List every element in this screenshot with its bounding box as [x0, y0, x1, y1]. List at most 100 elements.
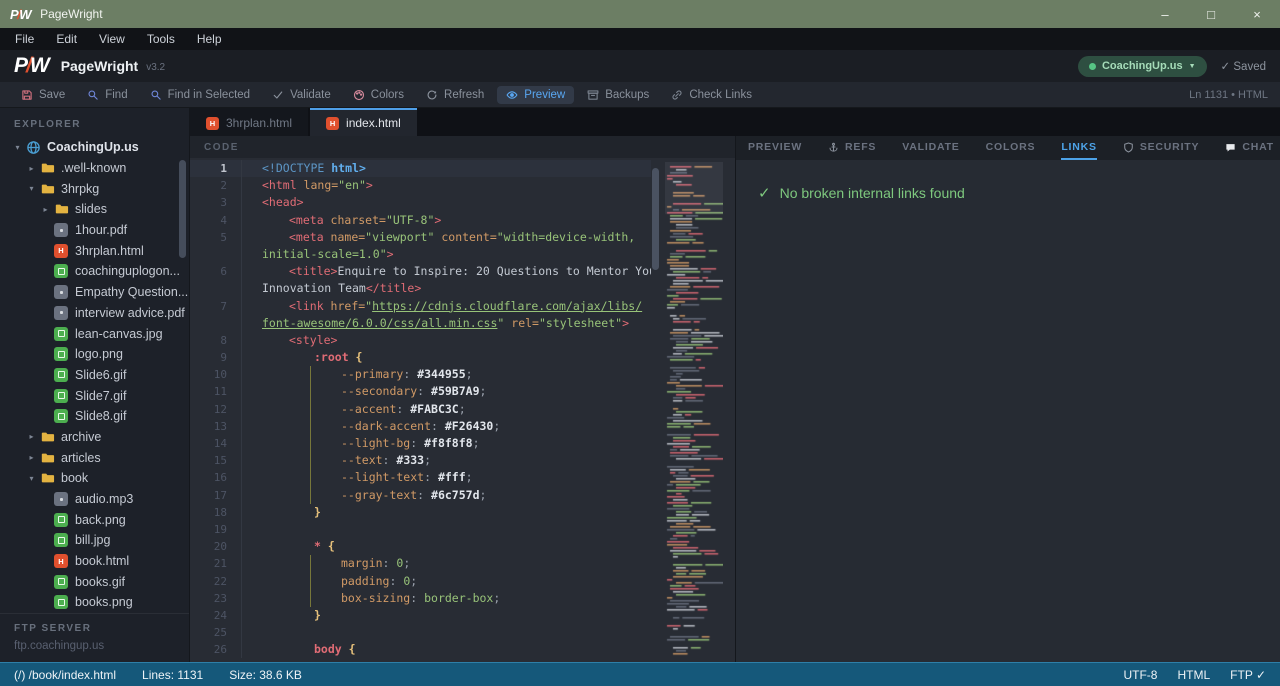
code-line[interactable]: 17--gray-text: #6c757d; — [190, 487, 651, 504]
code-line[interactable]: 1<!DOCTYPE html> — [190, 160, 651, 177]
indent-guide — [310, 487, 311, 504]
tree-item[interactable]: coachinguplogon... — [0, 261, 189, 282]
code-line[interactable]: Innovation Team</title> — [190, 280, 651, 297]
find-in-selected-button[interactable]: Find in Selected — [141, 86, 259, 104]
code-line[interactable]: 7<link href="https://cdnjs.cloudflare.co… — [190, 298, 651, 315]
code-line[interactable]: 11--secondary: #59B7A9; — [190, 383, 651, 400]
tree-item[interactable]: bill.jpg — [0, 530, 189, 551]
inspector-tab-links[interactable]: LINKS — [1061, 136, 1097, 160]
validate-button[interactable]: Validate — [263, 86, 340, 104]
minimap[interactable] — [665, 162, 723, 658]
maximize-button[interactable]: □ — [1188, 0, 1234, 28]
tree-item-label: logo.png — [75, 347, 123, 361]
tree-item[interactable]: ▾book — [0, 468, 189, 489]
file-tab-index.html[interactable]: Hindex.html — [310, 108, 417, 136]
code-line[interactable]: 15--text: #333; — [190, 452, 651, 469]
code-line[interactable]: 3<head> — [190, 194, 651, 211]
tree-item[interactable]: Empathy Question... — [0, 282, 189, 303]
colors-button[interactable]: Colors — [344, 86, 413, 104]
find-button[interactable]: Find — [78, 86, 136, 104]
inspector-tab-chat[interactable]: CHAT — [1225, 136, 1274, 160]
code-line[interactable]: 19 — [190, 521, 651, 538]
tree-item[interactable]: books.gif — [0, 571, 189, 592]
tree-item[interactable]: Hbook.html — [0, 551, 189, 572]
html-file-icon: H — [326, 117, 339, 130]
code-line[interactable]: 23box-sizing: border-box; — [190, 590, 651, 607]
close-button[interactable]: × — [1234, 0, 1280, 28]
code-line[interactable]: 21margin: 0; — [190, 555, 651, 572]
line-number: 16 — [190, 469, 242, 486]
code-line[interactable]: 6<title>Enquire to Inspire: 20 Questions… — [190, 263, 651, 280]
tree-item[interactable]: Slide6.gif — [0, 365, 189, 386]
tree-item[interactable]: ▸archive — [0, 427, 189, 448]
code-line[interactable]: 13--dark-accent: #F26430; — [190, 418, 651, 435]
site-selector[interactable]: CoachingUp.us ▼ — [1078, 56, 1207, 77]
tree-item[interactable]: ▸slides — [0, 199, 189, 220]
line-content: --gray-text: #6c757d; — [242, 487, 651, 504]
minimize-button[interactable]: – — [1142, 0, 1188, 28]
check-links-button[interactable]: Check Links — [662, 86, 761, 104]
tree-item[interactable]: ▾CoachingUp.us — [0, 137, 189, 158]
menu-item-view[interactable]: View — [88, 28, 136, 50]
inspector-tab-colors[interactable]: COLORS — [986, 136, 1036, 160]
button-label: Backups — [605, 89, 649, 101]
tree-item[interactable]: 1hour.pdf — [0, 220, 189, 241]
code-line[interactable]: 12--accent: #FABC3C; — [190, 401, 651, 418]
inspector-tab-refs[interactable]: REFS — [828, 136, 876, 160]
save-button[interactable]: Save — [12, 86, 74, 104]
menu-item-file[interactable]: File — [4, 28, 45, 50]
tree-item[interactable]: ▸.well-known — [0, 158, 189, 179]
button-label: Colors — [371, 89, 404, 101]
tree-item[interactable]: ▾3hrpkg — [0, 178, 189, 199]
inspector-tab-validate[interactable]: VALIDATE — [902, 136, 959, 160]
folder-icon — [39, 160, 55, 176]
explorer-scrollbar[interactable] — [179, 160, 186, 258]
code-line[interactable]: initial-scale=1.0"> — [190, 246, 651, 263]
code-line[interactable]: 18} — [190, 504, 651, 521]
inspector-tab-preview[interactable]: PREVIEW — [748, 136, 802, 160]
menu-item-help[interactable]: Help — [186, 28, 233, 50]
refresh-icon — [426, 89, 438, 101]
line-number: 2 — [190, 177, 242, 194]
code-line[interactable]: 20* { — [190, 538, 651, 555]
code-line[interactable]: 2<html lang="en"> — [190, 177, 651, 194]
image-file-icon — [54, 264, 68, 278]
code-line[interactable]: 5<meta name="viewport" content="width=de… — [190, 229, 651, 246]
menu-item-edit[interactable]: Edit — [45, 28, 88, 50]
ftp-title: FTP SERVER — [14, 623, 189, 634]
code-line[interactable]: 22padding: 0; — [190, 573, 651, 590]
tree-item[interactable]: Slide7.gif — [0, 385, 189, 406]
window-title: PageWright — [40, 7, 102, 21]
tree-item[interactable]: audio.mp3 — [0, 489, 189, 510]
code-line[interactable]: 24} — [190, 607, 651, 624]
code-line[interactable]: 26body { — [190, 641, 651, 658]
inspector-tab-security[interactable]: SECURITY — [1123, 136, 1200, 160]
tree-item[interactable]: books.png — [0, 592, 189, 613]
preview-button[interactable]: Preview — [497, 86, 574, 104]
code-line[interactable]: 10--primary: #344955; — [190, 366, 651, 383]
code-line[interactable]: 8<style> — [190, 332, 651, 349]
code-area[interactable]: 1<!DOCTYPE html>2<html lang="en">3<head>… — [190, 158, 651, 658]
tree-item[interactable]: logo.png — [0, 344, 189, 365]
line-content — [242, 624, 651, 641]
code-line[interactable]: 16--light-text: #fff; — [190, 469, 651, 486]
line-number — [190, 315, 242, 332]
refresh-button[interactable]: Refresh — [417, 86, 493, 104]
code-line[interactable]: 4<meta charset="UTF-8"> — [190, 212, 651, 229]
code-line[interactable]: 25 — [190, 624, 651, 641]
code-line[interactable]: 9:root { — [190, 349, 651, 366]
tree-item[interactable]: lean-canvas.jpg — [0, 323, 189, 344]
editor-scrollbar[interactable] — [652, 168, 659, 270]
code-line[interactable]: font-awesome/6.0.0/css/all.min.css" rel=… — [190, 315, 651, 332]
tree-item[interactable]: ▸articles — [0, 447, 189, 468]
tree-item[interactable]: H3hrplan.html — [0, 240, 189, 261]
tree-item[interactable]: interview advice.pdf — [0, 303, 189, 324]
backups-button[interactable]: Backups — [578, 86, 658, 104]
menu-item-tools[interactable]: Tools — [136, 28, 186, 50]
code-line[interactable]: 14--light-bg: #f8f8f8; — [190, 435, 651, 452]
button-label: Find — [105, 89, 127, 101]
line-number: 22 — [190, 573, 242, 590]
file-tab-3hrplan.html[interactable]: H3hrplan.html — [190, 108, 308, 136]
tree-item[interactable]: Slide8.gif — [0, 406, 189, 427]
tree-item[interactable]: back.png — [0, 509, 189, 530]
